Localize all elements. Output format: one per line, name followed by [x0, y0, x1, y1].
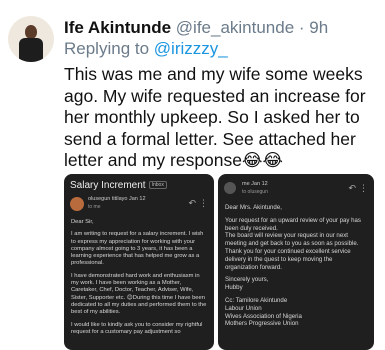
tweet-header: Ife Akintunde @ife_akintunde · 9h — [64, 18, 328, 38]
email-closing: Sincerely yours, — [225, 276, 269, 284]
email-subject: Salary Increment Inbox — [64, 174, 214, 195]
avatar-body — [19, 38, 43, 62]
email-paragraph: The board will review your request in ou… — [225, 232, 359, 248]
email-paragraph: I have demonstrated hard work and enthus… — [71, 272, 207, 316]
time-separator: · — [294, 18, 310, 37]
sender-name: olusegun titilayo — [88, 196, 128, 202]
replying-prefix: Replying to — [64, 39, 154, 58]
email-paragraph: I would like to kindly ask you to consid… — [71, 321, 203, 335]
cc-line: Wives Association of Nigeria — [225, 312, 302, 320]
email-screenshot-response[interactable]: me Jan 12 to olusegun ↶ ⋮ Dear Mrs. Akin… — [218, 174, 374, 350]
email-date: Jan 12 — [251, 181, 268, 187]
email-meta: olusegun titilayo Jan 12 to me ↶ ⋮ — [64, 195, 214, 215]
email-paragraph: I am writing to request for a salary inc… — [71, 231, 204, 267]
email-body: Dear Sir, I am writing to request for a … — [64, 215, 214, 336]
avatar-head — [25, 25, 37, 39]
email-paragraph: Thank you for your continued excellent s… — [225, 247, 351, 271]
recipient-line: to me — [88, 204, 101, 210]
cc-line: Mothers Progressive Union — [225, 320, 299, 328]
inbox-badge: Inbox — [148, 181, 167, 190]
email-signature: Hubby — [225, 284, 243, 292]
email-date: Jan 12 — [128, 196, 146, 202]
reply-arrow-icon[interactable]: ↶ — [188, 198, 196, 209]
sender-avatar — [224, 182, 236, 194]
author-handle[interactable]: @ife_akintunde — [176, 18, 294, 37]
email-meta: me Jan 12 to olusegun ↶ ⋮ — [218, 180, 374, 200]
author-avatar[interactable] — [8, 16, 54, 62]
tweet-media[interactable]: Salary Increment Inbox olusegun titilayo … — [64, 174, 374, 350]
tweet-time[interactable]: 9h — [309, 18, 328, 37]
recipient-line: to olusegun — [242, 189, 268, 195]
replying-mention-link[interactable]: @irizzzy_ — [154, 39, 228, 58]
cc-line: Labour Union — [225, 304, 262, 312]
sender-line: olusegun titilayo Jan 12 — [88, 196, 146, 202]
email-subject-text: Salary Increment — [70, 180, 146, 191]
reply-arrow-icon[interactable]: ↶ — [348, 183, 356, 194]
email-screenshot-request[interactable]: Salary Increment Inbox olusegun titilayo … — [64, 174, 214, 350]
replying-to: Replying to @irizzzy_ — [64, 39, 228, 59]
tweet-text: This was me and my wife some weeks ago. … — [64, 64, 366, 170]
email-body: Dear Mrs. Akintunde, Your request for an… — [218, 200, 374, 328]
email-salutation: Dear Mrs. Akintunde, — [225, 204, 282, 211]
author-name[interactable]: Ife Akintunde — [64, 18, 171, 37]
email-paragraph: Your request for an upward review of you… — [225, 216, 361, 232]
cc-line: Cc: Tamilore Akintunde — [225, 296, 288, 304]
sender-avatar — [70, 197, 84, 211]
sender-line: me Jan 12 — [242, 181, 268, 187]
more-vertical-icon[interactable]: ⋮ — [199, 198, 208, 209]
email-salutation: Dear Sir, — [71, 219, 94, 225]
sender-name: me — [242, 181, 250, 187]
more-vertical-icon[interactable]: ⋮ — [359, 183, 368, 194]
